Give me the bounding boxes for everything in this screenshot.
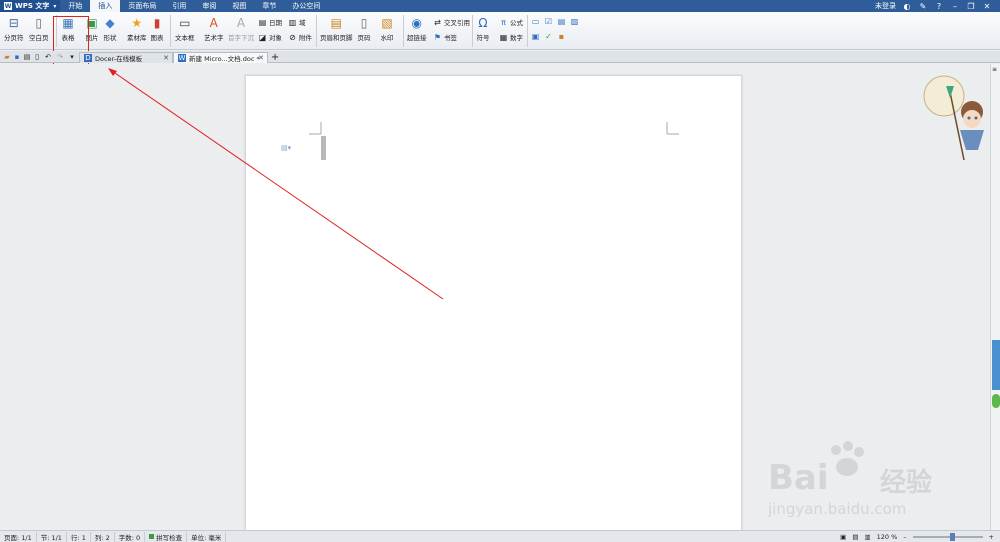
paw-icon <box>831 441 864 476</box>
watermark-url: jingyan.baidu.com <box>768 500 907 518</box>
baidu-watermark: Bai 经验 jingyan.baidu.com <box>768 440 978 522</box>
zoom-in-icon[interactable]: + <box>989 533 994 541</box>
zoom-out-icon[interactable]: – <box>903 533 906 541</box>
status-unit[interactable]: 单位: 毫米 <box>187 531 227 542</box>
mascot-illustration <box>923 75 984 161</box>
status-word-count[interactable]: 字数: 0 <box>115 531 146 542</box>
status-bar: 页面: 1/1 节: 1/1 行: 1 列: 2 字数: 0 拼写检查 单位: … <box>0 530 1000 542</box>
status-column: 列: 2 <box>91 531 115 542</box>
watermark-brand: Bai <box>768 458 829 498</box>
vertical-scrollbar[interactable]: ≡ <box>990 64 1000 530</box>
spell-check-toggle[interactable]: 拼写检查 <box>145 531 188 542</box>
status-page[interactable]: 页面: 1/1 <box>0 531 37 542</box>
zoom-slider[interactable] <box>912 532 983 541</box>
zoom-value[interactable]: 120 % <box>877 533 898 541</box>
ruler-toggle-icon[interactable]: ≡ <box>992 66 999 73</box>
watermark-brand-cn: 经验 <box>880 468 933 498</box>
status-section: 节: 1/1 <box>37 531 67 542</box>
side-panel-toggle-icon[interactable] <box>992 394 1000 408</box>
scroll-thumb[interactable] <box>992 340 1000 390</box>
zoom-slider-knob[interactable] <box>950 532 956 541</box>
page-view-icon[interactable]: ▣ <box>840 533 846 541</box>
web-view-icon[interactable]: ▤ <box>852 533 858 541</box>
zoom-area: ▣ ▤ ▥ 120 % – + <box>840 532 1000 541</box>
outline-view-icon[interactable]: ▥ <box>864 533 870 541</box>
spell-check-icon <box>149 534 155 539</box>
status-row: 行: 1 <box>67 531 91 542</box>
